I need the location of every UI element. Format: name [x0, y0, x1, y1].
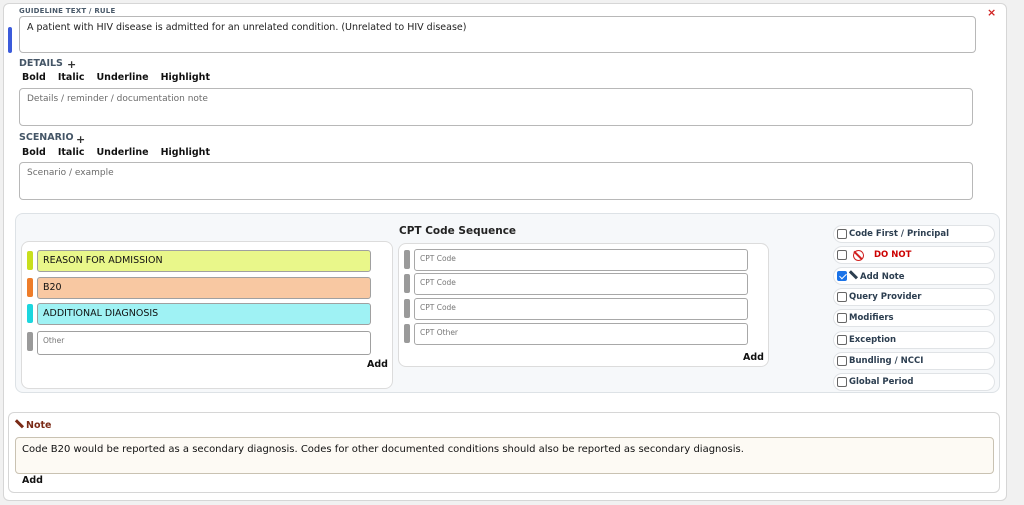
note-title: Note: [15, 420, 51, 431]
details-add-button[interactable]: +: [67, 58, 76, 71]
drag-handle[interactable]: [27, 332, 33, 351]
diagnosis-row: ADDITIONAL DIAGNOSIS: [27, 303, 371, 325]
highlight-button[interactable]: Highlight: [161, 72, 210, 83]
add-note-button[interactable]: Add: [22, 475, 43, 486]
scenario-add-button[interactable]: +: [76, 133, 85, 146]
option-label: Query Provider: [849, 292, 922, 302]
drag-handle[interactable]: [8, 27, 12, 53]
other-diagnosis-input[interactable]: Other: [37, 331, 371, 355]
option-add-note[interactable]: Add Note: [833, 267, 995, 285]
option-query-provider[interactable]: Query Provider: [833, 288, 995, 306]
checkbox[interactable]: [837, 377, 847, 387]
drag-handle[interactable]: [404, 299, 410, 318]
cpt-row: CPT Code: [404, 249, 748, 271]
option-label: Code First / Principal: [849, 229, 950, 239]
cpt-other-input[interactable]: CPT Other: [414, 323, 748, 345]
details-format-toolbar: Bold Italic Underline Highlight: [22, 72, 210, 83]
prohibited-icon: [853, 250, 864, 261]
note-input[interactable]: Code B20 would be reported as a secondar…: [15, 437, 994, 474]
checkbox[interactable]: [837, 335, 847, 345]
option-label: Bundling / NCCI: [849, 356, 924, 366]
drag-handle[interactable]: [404, 250, 410, 269]
checkbox[interactable]: [837, 250, 847, 260]
underline-button[interactable]: Underline: [96, 147, 148, 158]
scenario-format-toolbar: Bold Italic Underline Highlight: [22, 147, 210, 158]
drag-handle[interactable]: [27, 304, 33, 323]
bold-button[interactable]: Bold: [22, 72, 46, 83]
pencil-icon: [849, 271, 858, 280]
details-input[interactable]: Details / reminder / documentation note: [19, 88, 973, 126]
diagnosis-field[interactable]: ADDITIONAL DIAGNOSIS: [37, 303, 371, 325]
checkbox[interactable]: [837, 356, 847, 366]
underline-button[interactable]: Underline: [96, 72, 148, 83]
diagnosis-row: REASON FOR ADMISSION: [27, 250, 371, 272]
diagnosis-field[interactable]: REASON FOR ADMISSION: [37, 250, 371, 272]
checkbox[interactable]: [837, 229, 847, 239]
scenario-input[interactable]: Scenario / example: [19, 162, 973, 200]
checkbox[interactable]: [837, 313, 847, 323]
guideline-text-input[interactable]: A patient with HIV disease is admitted f…: [19, 16, 976, 53]
drag-handle[interactable]: [404, 274, 410, 293]
cpt-code-input[interactable]: CPT Code: [414, 273, 748, 295]
option-modifiers[interactable]: Modifiers: [833, 309, 995, 327]
note-title-text: Note: [26, 420, 52, 431]
diagnosis-row: B20: [27, 277, 371, 299]
add-cpt-button[interactable]: Add: [743, 352, 764, 363]
cpt-row: CPT Other: [404, 323, 748, 345]
option-label: Modifiers: [849, 313, 894, 323]
guideline-label: GUIDELINE TEXT / RULE: [19, 7, 116, 15]
option-code-first[interactable]: Code First / Principal: [833, 225, 995, 243]
option-label: Add Note: [860, 272, 905, 282]
add-diagnosis-button[interactable]: Add: [367, 359, 388, 370]
details-label: DETAILS: [19, 58, 63, 69]
diagnosis-field[interactable]: B20: [37, 277, 371, 299]
italic-button[interactable]: Italic: [58, 147, 85, 158]
italic-button[interactable]: Italic: [58, 72, 85, 83]
cpt-code-input[interactable]: CPT Code: [414, 298, 748, 320]
cpt-sequence-title: CPT Code Sequence: [399, 225, 517, 237]
option-label: DO NOT: [874, 250, 912, 260]
cpt-code-input[interactable]: CPT Code: [414, 249, 748, 271]
close-icon[interactable]: ×: [987, 6, 996, 19]
drag-handle[interactable]: [27, 251, 33, 270]
checkbox[interactable]: [837, 271, 847, 281]
drag-handle[interactable]: [27, 278, 33, 297]
bold-button[interactable]: Bold: [22, 147, 46, 158]
checkbox[interactable]: [837, 292, 847, 302]
option-label: Global Period: [849, 377, 914, 387]
option-bundling[interactable]: Bundling / NCCI: [833, 352, 995, 370]
cpt-row: CPT Code: [404, 273, 748, 295]
highlight-button[interactable]: Highlight: [161, 147, 210, 158]
cpt-row: CPT Code: [404, 298, 748, 320]
pencil-icon: [15, 420, 24, 429]
option-do-not[interactable]: DO NOT: [833, 246, 995, 264]
scenario-label: SCENARIO: [19, 132, 74, 143]
option-label: Exception: [849, 335, 897, 345]
option-exception[interactable]: Exception: [833, 331, 995, 349]
drag-handle[interactable]: [404, 324, 410, 343]
option-global-period[interactable]: Global Period: [833, 373, 995, 391]
diagnosis-row: Other: [27, 331, 371, 355]
option-label-wrap: Add Note: [849, 271, 905, 282]
